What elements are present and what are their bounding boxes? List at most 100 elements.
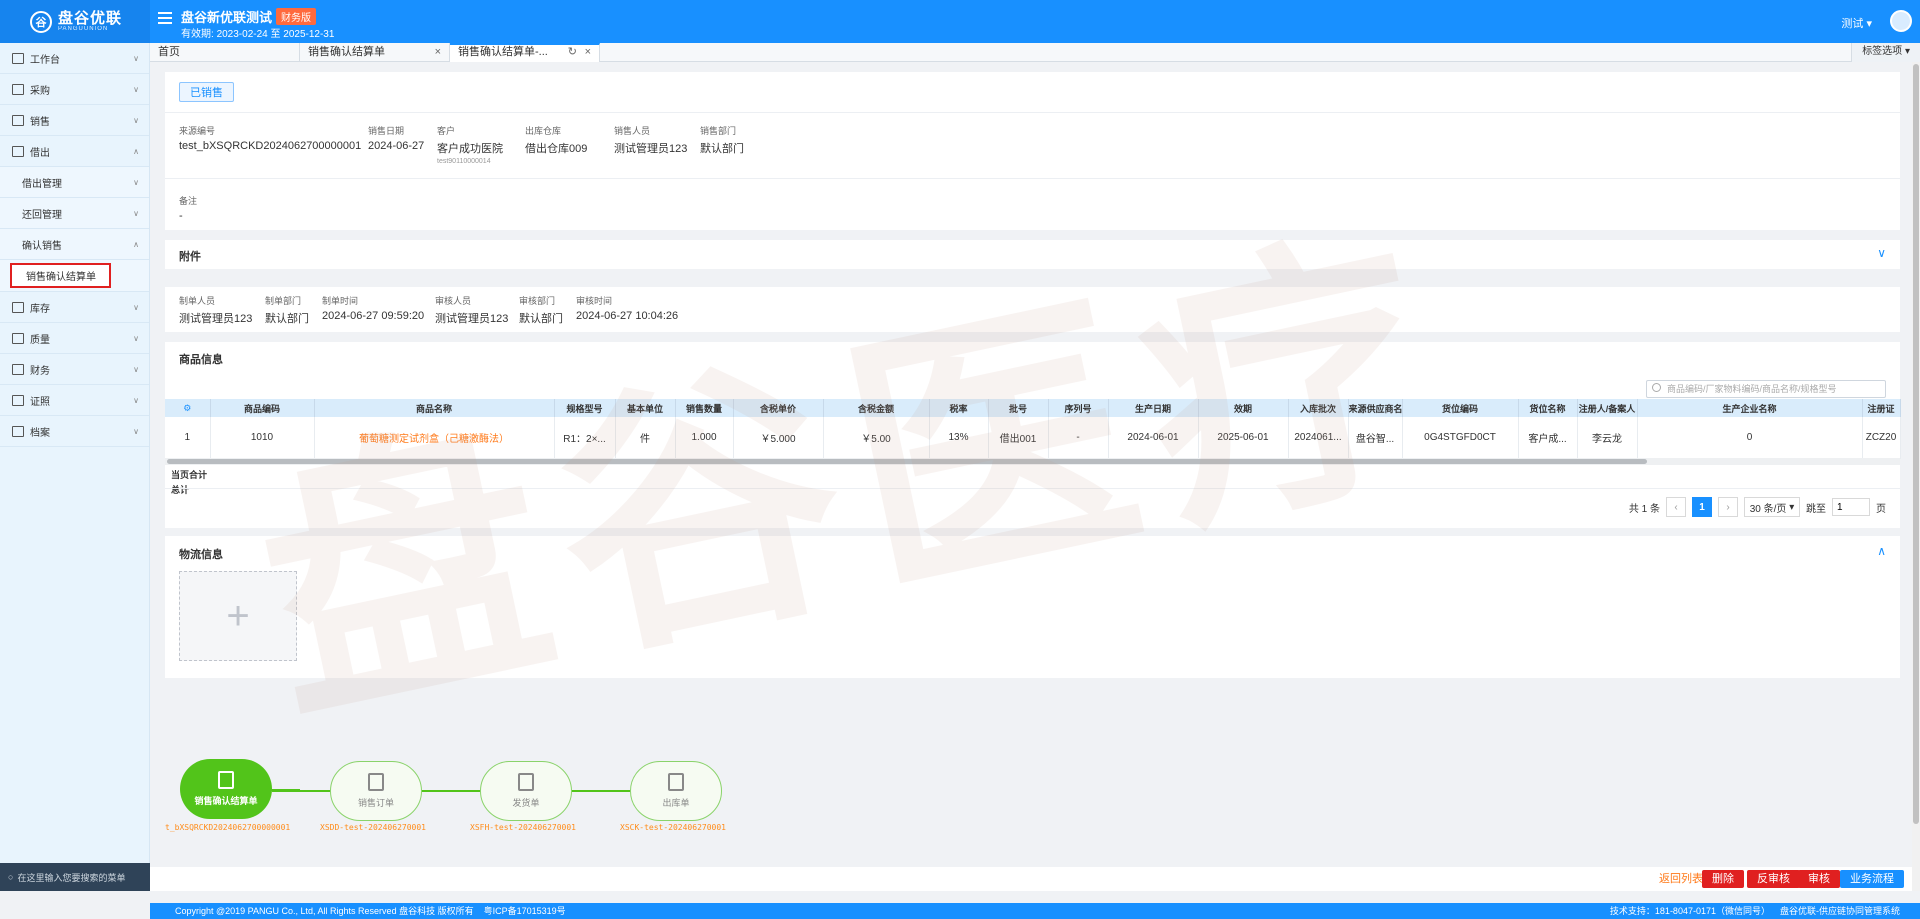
flow-node-settlement[interactable]: 销售确认结算单 [180,759,272,819]
flow-connector [422,790,480,792]
chevron-down-icon: ∨ [133,303,139,312]
flow-node-outbound[interactable]: 出库单 [630,761,722,821]
field-sales-dept: 销售部门 默认部门 [700,124,744,156]
column-header: 效期 [1198,399,1289,417]
sidebar-item-quality[interactable]: 质量 ∨ [0,323,149,354]
menu-toggle-icon[interactable] [158,12,172,24]
tab-home[interactable]: 首页 [150,43,300,62]
scrollbar-thumb[interactable] [167,459,1647,464]
validity-label: 有效期: [181,29,214,40]
table-cell: 李云龙 [1577,417,1638,459]
sidebar-item-lend-manage[interactable]: 借出管理 ∨ [0,167,149,198]
field-value: 默认部门 [265,313,309,325]
vertical-scrollbar[interactable] [1912,62,1920,891]
field-value: 测试管理员123 [179,313,253,325]
icp-number: 粤ICP备17015319号 [483,906,566,916]
field-label: 备注 [179,196,198,206]
edition-badge: 财务版 [276,8,317,25]
sidebar-item-label: 库存 [30,303,50,315]
audit-button[interactable]: 审核 [1798,870,1840,888]
product-name-link[interactable]: 葡萄糖测定试剂盒（己糖激酶法） [314,417,555,459]
flow-code-link[interactable]: XSFH-test-202406270001 [470,823,576,832]
goods-title: 商品信息 [179,354,223,366]
user-menu[interactable]: 测试 ▾ [1841,15,1872,31]
sidebar-item-label: 确认销售 [22,240,62,252]
flow-connector [272,790,330,792]
sidebar-item-sales-settlement[interactable]: 销售确认结算单 [10,263,111,288]
page-unit: 页 [1876,503,1886,515]
validity-range: 2023-02-24 至 2025-12-31 [216,29,335,40]
column-header: 销售数量 [675,399,734,417]
sidebar-item-purchase[interactable]: 采购 ∨ [0,74,149,105]
flow-code-link[interactable]: XSDD-test-202406270001 [320,823,426,832]
jump-page-input[interactable] [1832,498,1870,516]
table-cell: 1 [165,417,211,459]
chevron-up-icon[interactable]: ∧ [1877,544,1886,558]
logo[interactable]: 谷 盘谷优联 PANGUUNION [0,0,150,43]
column-header: 规格型号 [554,399,616,417]
field-remark: 备注 - [179,194,197,222]
sidebar-item-label: 档案 [30,427,50,439]
sidebar-item-archive[interactable]: 档案 ∨ [0,416,149,447]
sidebar-item-inventory[interactable]: 库存 ∨ [0,292,149,323]
warehouse-icon [668,773,684,791]
tab-sales-settlement-list[interactable]: 销售确认结算单 × [300,43,450,62]
scrollbar-thumb[interactable] [1913,64,1919,824]
field-label: 销售部门 [700,126,737,136]
tab-options-button[interactable]: 标签选项 ▾ [1851,43,1920,62]
menu-search-placeholder: 在这里输入您要搜索的菜单 [17,872,126,883]
next-page-button[interactable]: › [1718,497,1738,517]
goods-info-panel: 商品信息 商品编码/厂家物料编码/商品名称/规格型号 ⚙ 商品编码 商品名称 规… [165,342,1901,528]
upload-image-button[interactable]: + [179,571,297,661]
close-icon[interactable]: × [585,45,591,60]
sidebar-active-wrap: 销售确认结算单 [0,260,149,292]
refresh-icon[interactable]: ↻ [568,45,577,60]
quality-icon [12,332,24,344]
chevron-down-icon: ∨ [133,427,139,436]
goods-search-input[interactable]: 商品编码/厂家物料编码/商品名称/规格型号 [1646,380,1886,398]
sidebar-item-confirm-sales[interactable]: 确认销售 ∧ [0,229,149,260]
flow-code-link[interactable]: t_bXSQRCKD2024062700000001 [165,823,290,832]
column-header: 商品名称 [314,399,555,417]
delivery-icon [518,773,534,791]
sidebar-item-return-manage[interactable]: 还回管理 ∨ [0,198,149,229]
sidebar-item-label: 财务 [30,365,50,377]
sidebar-item-label: 工作台 [30,54,60,66]
table-header-row: ⚙ 商品编码 商品名称 规格型号 基本单位 销售数量 含税单价 含税金额 税率 … [165,399,1901,417]
column-settings-cell[interactable]: ⚙ [165,399,211,417]
attachment-title: 附件 [179,251,201,263]
sidebar-item-finance[interactable]: 财务 ∨ [0,354,149,385]
flow-code-link[interactable]: XSCK-test-202406270001 [620,823,726,832]
customer-code: test90110000014 [437,158,491,165]
flow-node-sales-order[interactable]: 销售订单 [330,761,422,821]
prev-page-button[interactable]: ‹ [1666,497,1686,517]
chevron-down-icon[interactable]: ∨ [1877,246,1886,260]
delete-button[interactable]: 删除 [1702,870,1744,888]
flow-node-label: 发货单 [512,798,540,808]
sidebar-item-workbench[interactable]: 工作台 ∨ [0,43,149,74]
avatar[interactable] [1890,10,1912,32]
top-header: 谷 盘谷优联 PANGUUNION 盘谷新优联测试 财务版 有效期: 2023-0… [0,0,1920,43]
table-row[interactable]: 1 1010 葡萄糖测定试剂盒（己糖激酶法） R1：2×... 件 1.000 … [165,417,1901,459]
close-icon[interactable]: × [435,43,441,61]
table-cell: 2024061... [1288,417,1349,459]
sidebar-item-license[interactable]: 证照 ∨ [0,385,149,416]
field-customer: 客户 客户成功医院 test90110000014 [437,124,503,165]
field-value: 客户成功医院 [437,143,503,155]
sidebar-item-lend[interactable]: 借出 ∧ [0,136,149,167]
reverse-audit-button[interactable]: 反审核 [1747,870,1800,888]
copyright: Copyright @2019 PANGU Co., Ltd, All Righ… [175,906,474,916]
flow-node-delivery[interactable]: 发货单 [480,761,572,821]
back-to-list-link[interactable]: 返回列表 [1655,870,1707,888]
table-horizontal-scrollbar[interactable] [165,458,1900,465]
business-flow-button[interactable]: 业务流程 [1840,870,1904,888]
gear-icon[interactable]: ⚙ [183,403,191,413]
tab-sales-settlement-detail[interactable]: 销售确认结算单-... ↻ × [450,43,600,62]
field-warehouse: 出库仓库 借出仓库009 [525,124,587,156]
column-header: 商品编码 [210,399,315,417]
user-name: 测试 [1841,18,1864,30]
page-number[interactable]: 1 [1692,497,1712,517]
sidebar-item-sales[interactable]: 销售 ∨ [0,105,149,136]
page-size-select[interactable]: 30 条/页 ▾ [1744,497,1800,517]
menu-search-input[interactable]: ○ 在这里输入您要搜索的菜单 [0,863,150,891]
